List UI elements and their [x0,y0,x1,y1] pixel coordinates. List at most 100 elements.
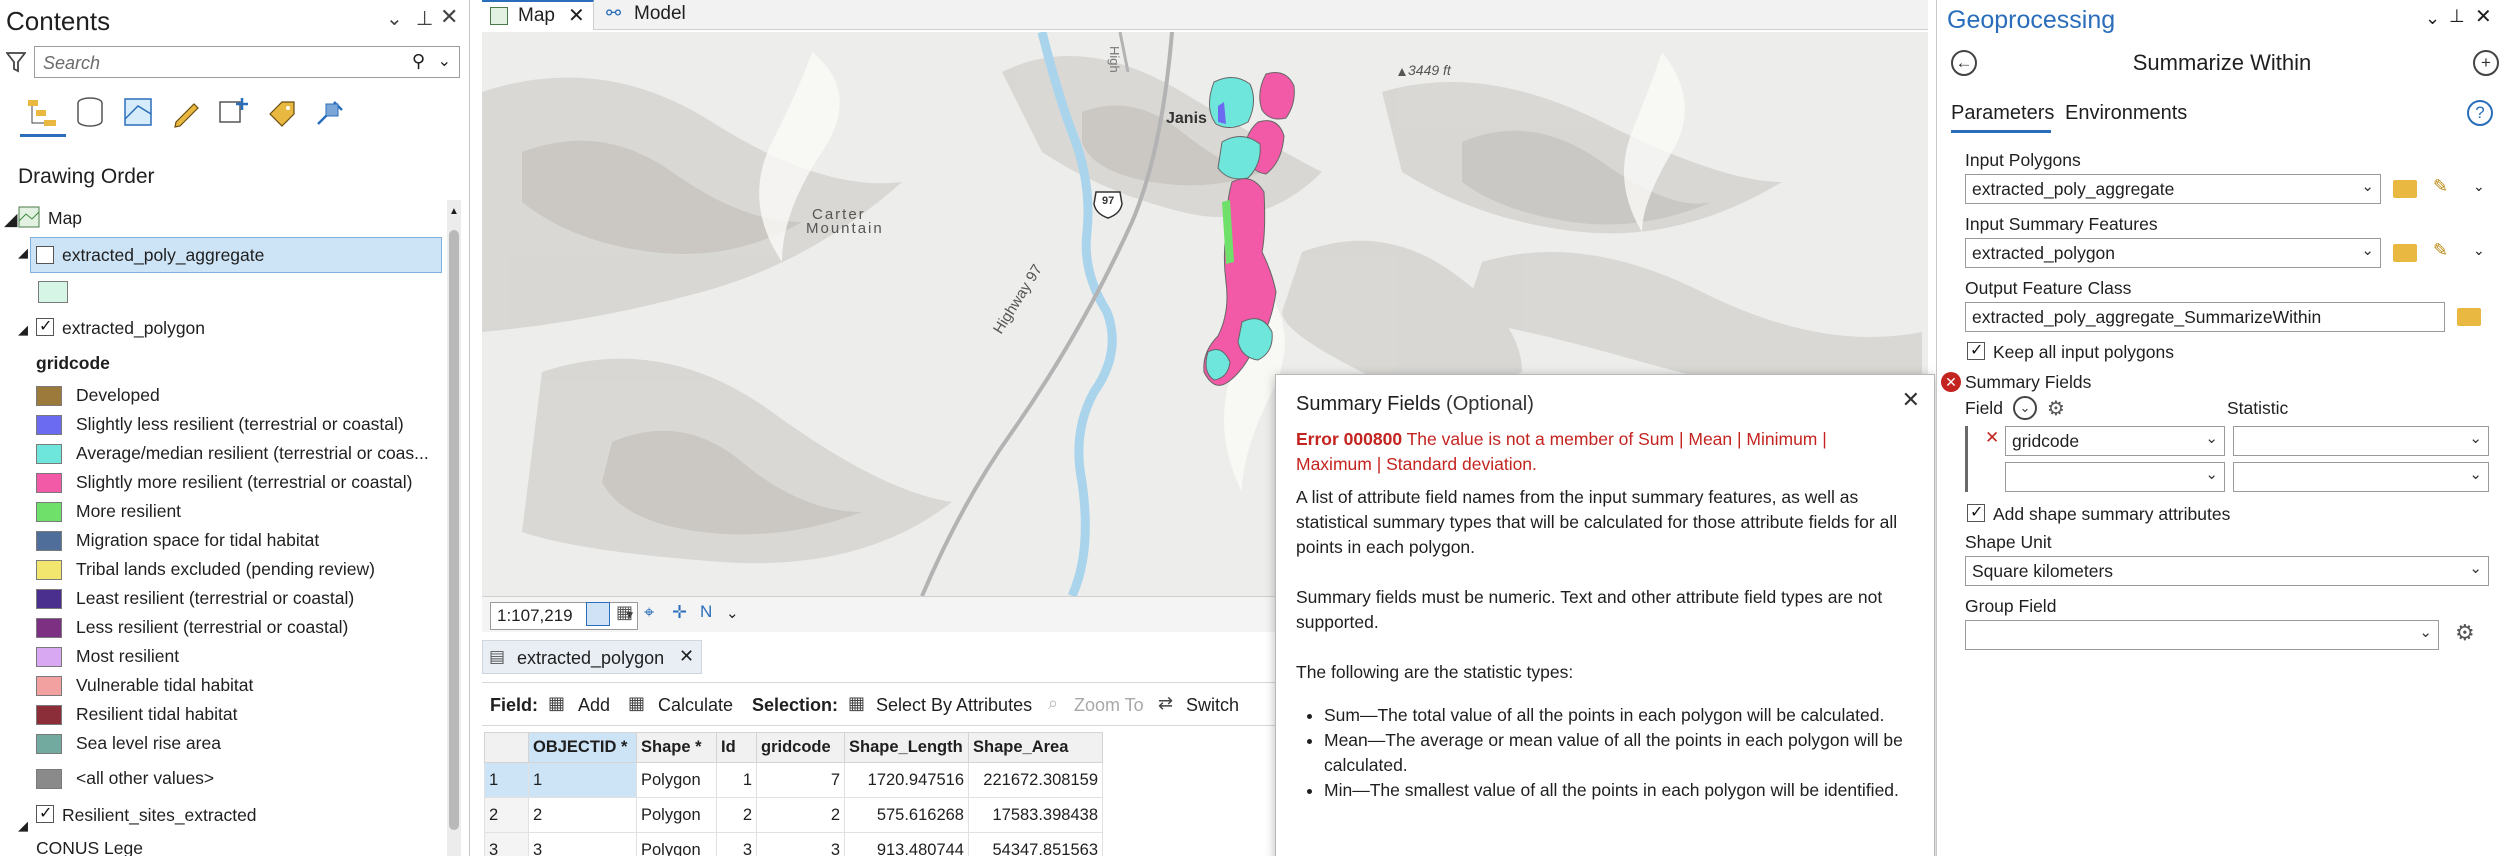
pin-icon[interactable]: ⊥ [416,6,433,31]
chevron-down-icon[interactable]: ⌄ [2205,465,2218,483]
chevron-down-icon[interactable]: ⌄ [438,51,451,71]
column-header[interactable]: Shape_Area [968,732,1103,763]
legend-swatch[interactable] [36,734,62,754]
chevron-down-icon[interactable]: ⌄ [2419,623,2432,641]
pin-icon[interactable]: ⊥ [2449,6,2465,27]
expand-arrow-icon[interactable]: ◢ [18,322,28,338]
zoom-to-button[interactable]: Zoom To [1074,695,1144,716]
chevron-down-icon[interactable]: ⌄ [2361,241,2374,259]
list-by-drawing-order-icon[interactable] [24,94,60,130]
layer-visibility-checkbox[interactable] [36,246,54,264]
help-icon[interactable]: ? [2467,100,2493,126]
chevron-down-icon[interactable]: ⌄ [2205,429,2218,447]
sublayer-name[interactable]: CONUS Lege [36,838,143,856]
chevron-down-icon[interactable]: ⌄ [2469,465,2482,483]
close-icon[interactable]: ✕ [440,4,458,30]
label-icon[interactable] [264,94,300,130]
chevron-down-icon[interactable]: ⌄ [2425,8,2440,29]
contents-scrollbar[interactable]: ▲ [447,200,461,856]
close-icon[interactable]: ✕ [679,646,694,667]
legend-swatch[interactable] [36,531,62,551]
chevron-down-icon[interactable]: ⌄ [2013,396,2037,420]
chevron-down-icon[interactable]: ⌄ [386,6,403,31]
close-icon[interactable]: ✕ [568,3,585,28]
chevron-down-icon[interactable]: ⌄ [2469,559,2482,577]
layer-visibility-checkbox[interactable] [36,316,54,336]
tab-attribute-table[interactable]: ▤ extracted_polygon ✕ [482,640,702,674]
switch-icon[interactable]: ⇄ [1158,693,1173,714]
search-icon[interactable]: ⚲ [412,51,425,72]
table-row[interactable]: 3 3 Polygon 3 3 913.480744 54347.851563 [484,832,1103,856]
pencil-icon[interactable] [168,94,204,130]
legend-swatch[interactable] [36,618,62,638]
layer-name[interactable]: extracted_polygon [62,318,205,339]
scroll-up-icon[interactable]: ▲ [449,206,459,217]
input-summary-dropdown[interactable]: extracted_polygon ⌄ [1965,238,2381,268]
switch-button[interactable]: Switch [1186,695,1239,716]
folder-icon[interactable] [2457,308,2481,326]
legend-swatch[interactable] [36,386,62,406]
pencil-icon[interactable]: ✎ [2433,240,2448,261]
shape-unit-dropdown[interactable]: Square kilometers ⌄ [1965,556,2489,586]
table-cell[interactable]: Polygon [636,797,717,833]
expand-arrow-icon[interactable]: ◢ [4,209,17,230]
group-field-dropdown[interactable]: ⌄ [1965,620,2439,650]
legend-swatch[interactable] [36,502,62,522]
grid-icon[interactable]: ▦ [616,602,633,623]
calculate-icon[interactable]: ▦ [628,693,645,714]
expand-arrow-icon[interactable]: ◢ [18,818,28,834]
column-header[interactable]: gridcode [756,732,845,763]
statistic-dropdown[interactable]: ⌄ [2233,426,2489,456]
add-icon[interactable]: + [2473,50,2499,76]
pencil-icon[interactable]: ✎ [2433,176,2448,197]
row-number[interactable]: 1 [484,762,529,798]
filter-icon[interactable] [5,50,27,74]
folder-icon[interactable] [2393,180,2417,198]
gear-icon[interactable]: ⚙ [2455,620,2475,646]
table-cell[interactable]: 2 [756,797,845,833]
column-header[interactable]: Shape * [636,732,717,763]
legend-swatch[interactable] [36,676,62,696]
table-row[interactable]: 2 2 Polygon 2 2 575.616268 17583.398438 [484,797,1103,833]
legend-swatch[interactable] [36,705,62,725]
legend-swatch[interactable] [36,415,62,435]
legend-swatch[interactable] [36,769,62,789]
snapping-icon[interactable] [312,94,348,130]
summary-field-dropdown-empty[interactable]: ⌄ [2005,462,2225,492]
close-icon[interactable]: ✕ [1902,387,1920,413]
tab-map[interactable]: Map ✕ [482,0,594,30]
constraint-icon[interactable]: ✛ [672,602,687,623]
table-cell[interactable]: 54347.851563 [968,832,1103,856]
legend-swatch[interactable] [36,589,62,609]
column-header[interactable]: OBJECTID * [528,732,637,763]
table-cell[interactable]: 1720.947516 [844,762,969,798]
summary-field-dropdown[interactable]: gridcode ⌄ [2005,426,2225,456]
scrollbar-thumb[interactable] [449,230,459,830]
table-cell[interactable]: 2 [716,797,757,833]
output-feature-class-input[interactable]: extracted_poly_aggregate_SummarizeWithin [1965,302,2445,332]
navigation-icon[interactable]: N [700,602,712,622]
folder-icon[interactable] [2393,244,2417,262]
layer-symbol-swatch[interactable] [38,281,68,303]
tab-environments[interactable]: Environments [2065,102,2187,125]
calculate-button[interactable]: Calculate [658,695,733,716]
table-row[interactable]: 1 1 Polygon 1 7 1720.947516 221672.30815… [484,762,1103,798]
table-cell[interactable]: 575.616268 [844,797,969,833]
tab-parameters[interactable]: Parameters [1951,102,2054,125]
legend-swatch[interactable] [36,647,62,667]
tab-model[interactable]: ⚯ Model [602,0,712,30]
add-field-button[interactable]: Add [578,695,610,716]
row-number[interactable]: 3 [484,832,529,856]
select-all-corner[interactable] [484,732,529,763]
chevron-down-icon[interactable]: ⌄ [726,604,739,622]
table-cell[interactable]: 221672.308159 [968,762,1103,798]
table-cell[interactable]: 1 [716,762,757,798]
input-polygons-dropdown[interactable]: extracted_poly_aggregate ⌄ [1965,174,2381,204]
table-cell[interactable]: Polygon [636,832,717,856]
chevron-down-icon[interactable]: ⌄ [2469,429,2482,447]
table-cell[interactable]: 3 [756,832,845,856]
layer-name[interactable]: extracted_poly_aggregate [62,245,264,266]
table-cell[interactable]: 17583.398438 [968,797,1103,833]
table-cell[interactable]: 3 [528,832,637,856]
select-by-attributes-button[interactable]: Select By Attributes [876,695,1032,716]
